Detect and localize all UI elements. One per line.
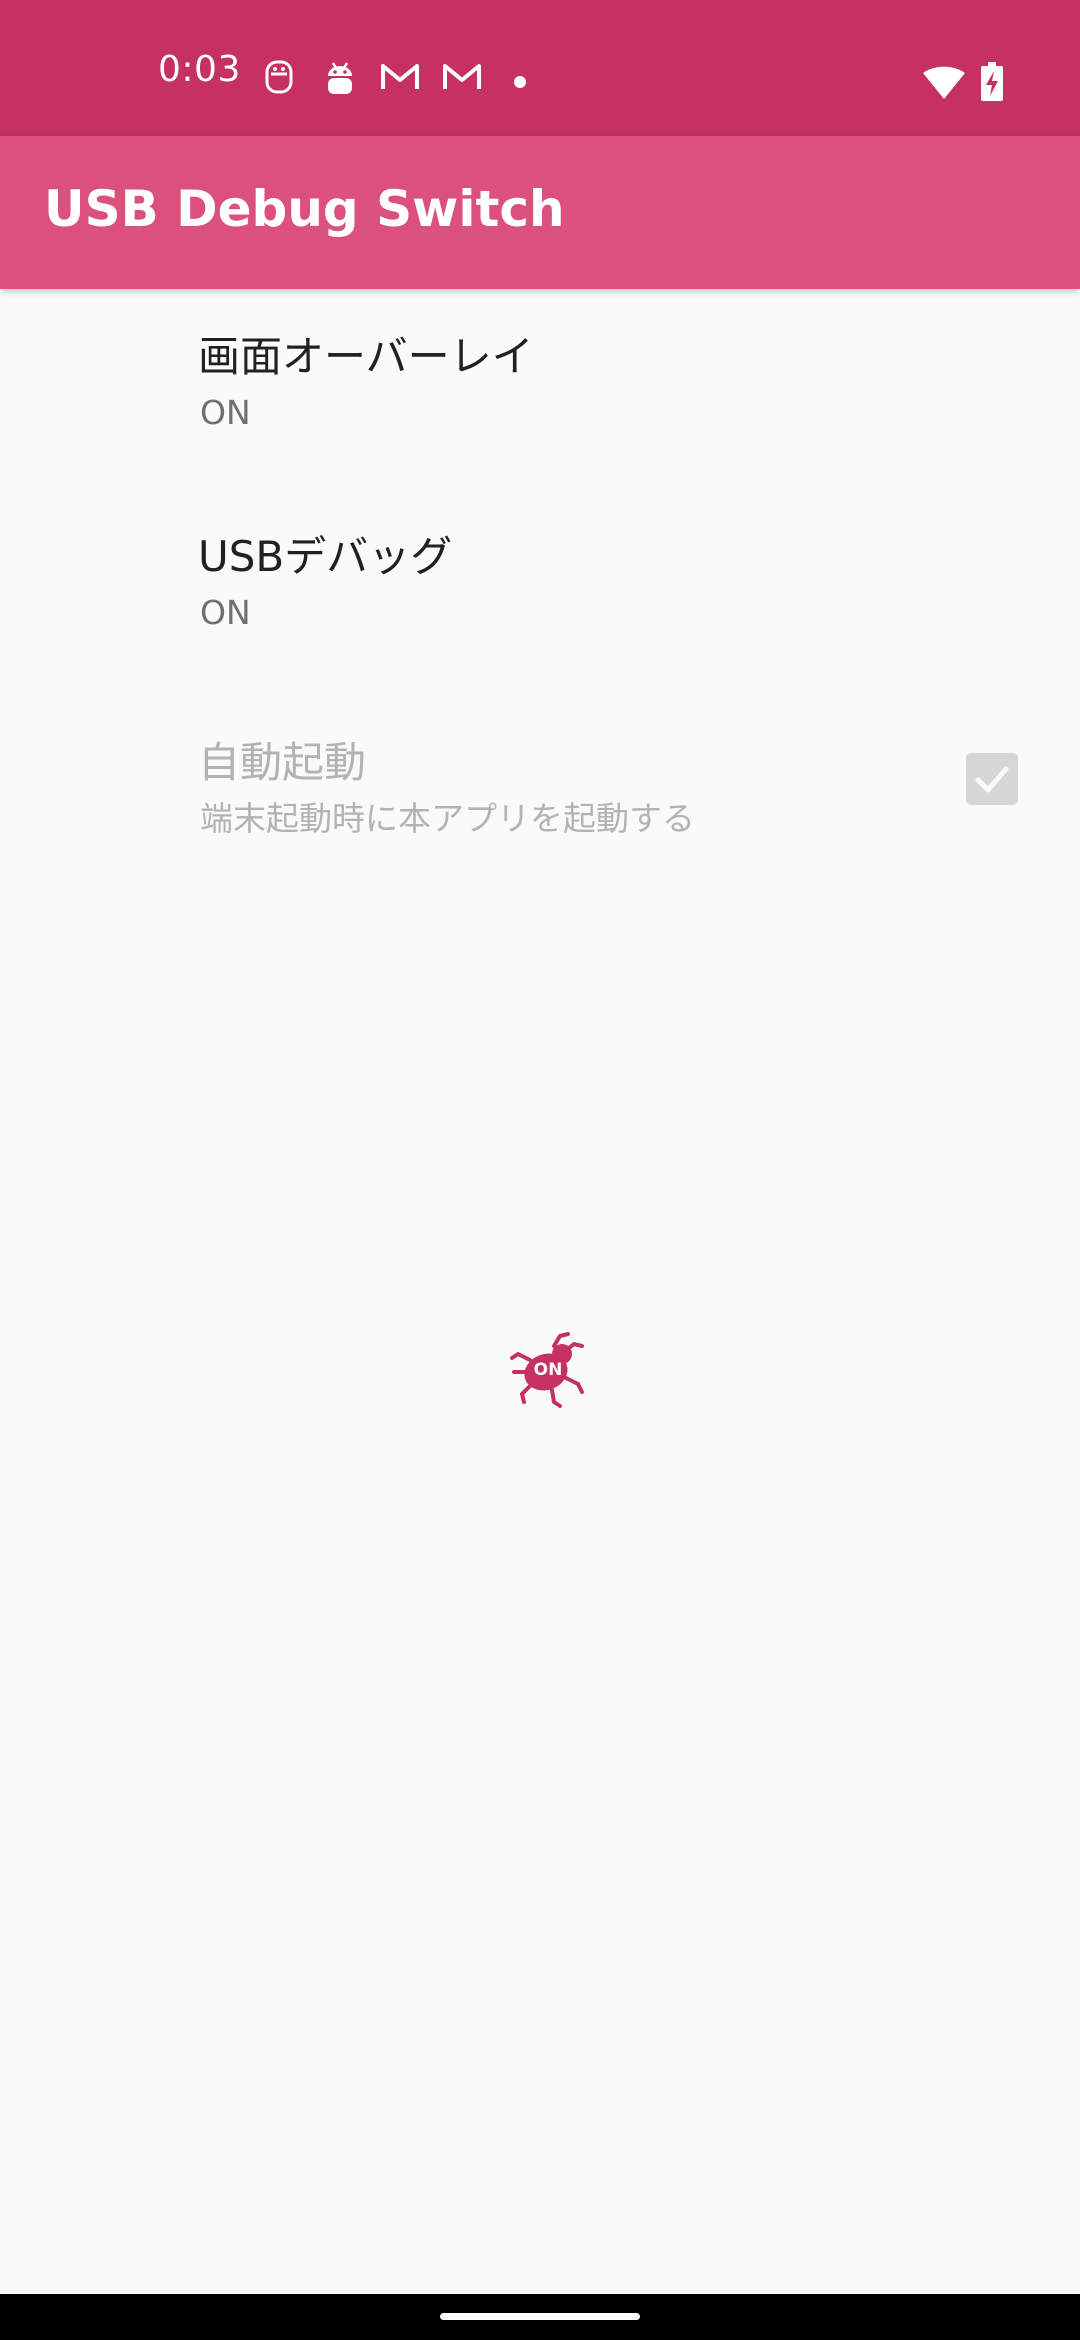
pref-summary: ON [200, 393, 251, 432]
auto-start-checkbox[interactable] [966, 753, 1018, 805]
pref-title: USBデバッグ [198, 532, 453, 581]
pref-title: 自動起動 [198, 738, 367, 787]
app-title: USB Debug Switch [44, 180, 565, 238]
status-bar: 0:03 [0, 0, 1080, 136]
pref-summary: ON [200, 593, 251, 632]
android-icon [324, 60, 356, 96]
pref-summary: 端末起動時に本アプリを起動する [200, 799, 695, 838]
status-time: 0:03 [158, 49, 241, 90]
navigation-bar [0, 2294, 1080, 2340]
bug-on-icon: ON [508, 1330, 586, 1412]
pref-usb-debugging[interactable]: USBデバッグ ON [0, 490, 1080, 690]
robot-face-icon [264, 60, 294, 96]
pref-auto-start[interactable]: 自動起動 端末起動時に本アプリを起動する [0, 690, 1080, 890]
app-bar: USB Debug Switch [0, 136, 1080, 289]
dot-icon [514, 76, 526, 88]
status-indicator-label: ON [533, 1360, 563, 1380]
battery-charging-icon [980, 62, 1004, 102]
check-icon [975, 766, 1009, 793]
pref-screen-overlay[interactable]: 画面オーバーレイ ON [0, 290, 1080, 490]
gmail-icon [380, 60, 420, 92]
wifi-icon [922, 64, 966, 100]
home-gesture-handle[interactable] [440, 2313, 640, 2320]
pref-title: 画面オーバーレイ [198, 332, 534, 381]
gmail-icon [442, 60, 482, 92]
